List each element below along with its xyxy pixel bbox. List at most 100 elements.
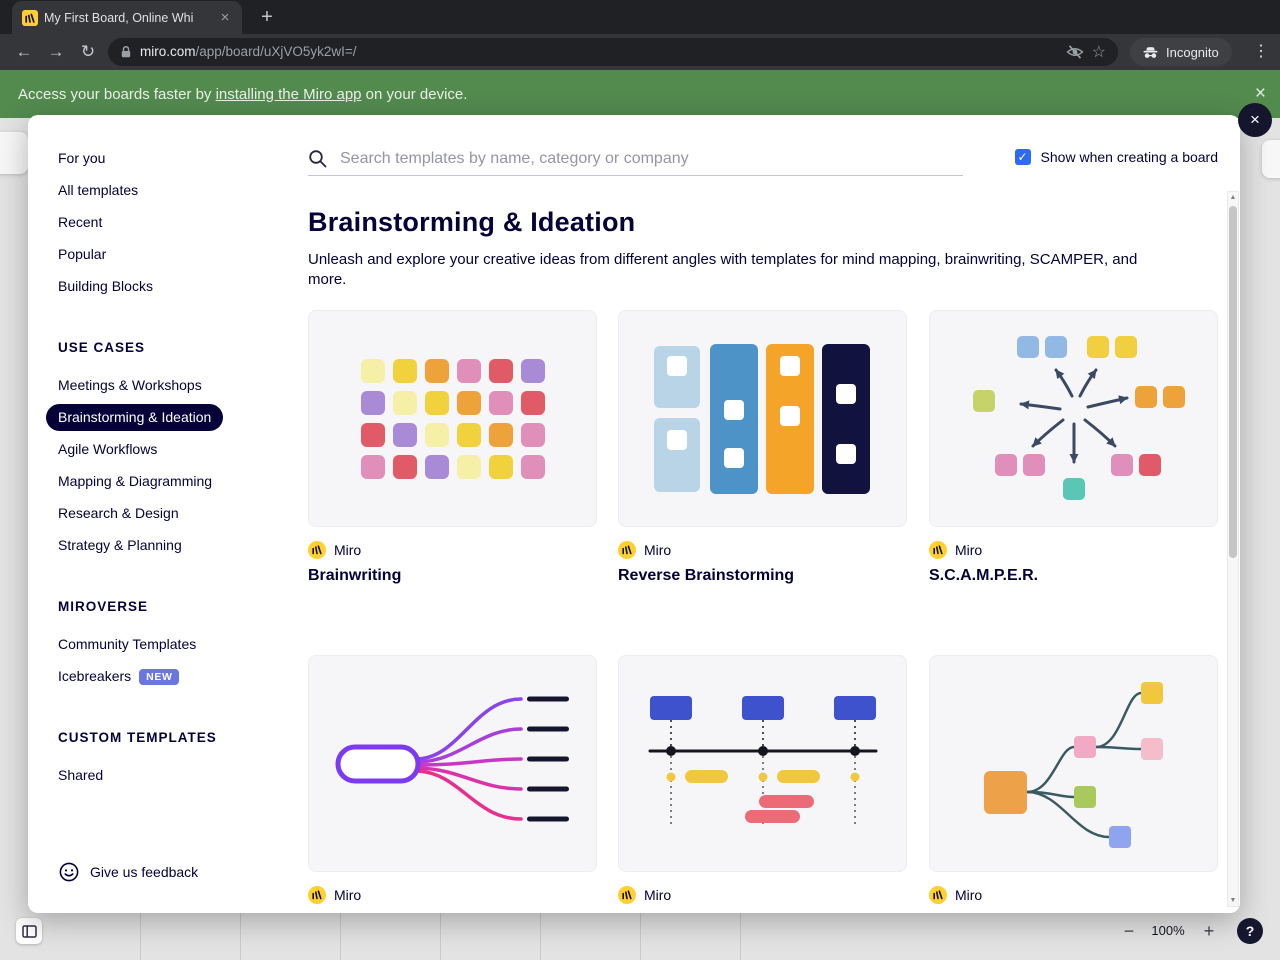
- zoom-in-button[interactable]: +: [1196, 918, 1222, 944]
- sidebar-item-agile-workflows[interactable]: Agile Workflows: [58, 433, 308, 465]
- miro-logo-icon: [308, 541, 326, 559]
- sidebar-item-icebreakers[interactable]: Icebreakers NEW: [58, 660, 308, 692]
- feedback-smiley-icon: [58, 861, 80, 883]
- board-grid-line: [740, 913, 741, 960]
- template-provider: Miro: [644, 542, 672, 558]
- install-app-link[interactable]: installing the Miro app: [216, 86, 362, 103]
- sidebar-item-popular[interactable]: Popular: [58, 238, 308, 270]
- banner-text: Access your boards faster by installing …: [18, 85, 468, 103]
- miro-logo-icon: [929, 886, 947, 904]
- template-card-reverse-brainstorming: Miro Reverse Brainstorming: [618, 310, 907, 585]
- category-description: Unleash and explore your creative ideas …: [308, 251, 1138, 288]
- template-sidebar: For you All templates Recent Popular Bui…: [28, 115, 308, 913]
- board-grid-line: [140, 913, 141, 960]
- show-when-creating-checkbox[interactable]: ✓: [1014, 149, 1031, 165]
- template-provider: Miro: [334, 887, 362, 903]
- sidebar-item-brainstorming-ideation[interactable]: Brainstorming & Ideation: [46, 401, 308, 433]
- frames-icon: [21, 924, 37, 938]
- bookmark-star-icon[interactable]: ☆: [1092, 42, 1106, 62]
- modal-scrollbar[interactable]: ▲ ▼: [1227, 191, 1239, 907]
- template-title[interactable]: Reverse Brainstorming: [618, 567, 907, 585]
- zoom-out-button[interactable]: −: [1116, 918, 1142, 944]
- template-card-mind-map: Miro: [308, 655, 597, 912]
- sidebar-item-recent[interactable]: Recent: [58, 206, 308, 238]
- template-picker-modal: For you All templates Recent Popular Bui…: [28, 115, 1240, 913]
- url-text: miro.com/app/board/uXjVO5yk2wI=/: [140, 43, 357, 61]
- template-card-brainwriting: Miro Brainwriting: [308, 310, 597, 585]
- board-toolbar-fragment: [0, 132, 28, 174]
- sidebar-item-mapping-diagramming[interactable]: Mapping & Diagramming: [58, 465, 308, 497]
- browser-tab[interactable]: My First Board, Online Whi ×: [12, 1, 242, 34]
- search-icon: [308, 149, 328, 169]
- tab-close-icon[interactable]: ×: [216, 9, 234, 26]
- browser-tab-strip: My First Board, Online Whi × +: [0, 0, 1280, 34]
- browser-menu-icon[interactable]: ⋮: [1248, 38, 1274, 66]
- template-provider: Miro: [955, 887, 983, 903]
- feedback-label: Give us feedback: [90, 864, 199, 880]
- back-icon[interactable]: ←: [8, 42, 40, 62]
- miro-logo-icon: [929, 541, 947, 559]
- template-provider: Miro: [334, 542, 362, 558]
- use-cases-header: USE CASES: [58, 340, 146, 355]
- lock-icon[interactable]: [120, 45, 132, 59]
- frames-panel-button[interactable]: [16, 918, 42, 944]
- install-app-banner: Access your boards faster by installing …: [0, 70, 1280, 118]
- sidebar-item-shared[interactable]: Shared: [58, 759, 308, 791]
- sidebar-item-community-templates[interactable]: Community Templates: [58, 628, 308, 660]
- board-grid-line: [640, 913, 641, 960]
- brainwriting-thumbnail[interactable]: [308, 310, 597, 527]
- sidebar-item-building-blocks[interactable]: Building Blocks: [58, 270, 308, 302]
- selected-pill[interactable]: Brainstorming & Ideation: [46, 404, 224, 431]
- screen: My First Board, Online Whi × + ← → ↻ mir…: [0, 0, 1280, 960]
- tree-diagram-thumbnail[interactable]: [929, 655, 1218, 872]
- sidebar-item-all-templates[interactable]: All templates: [58, 174, 308, 206]
- scamper-thumbnail[interactable]: [929, 310, 1218, 527]
- eye-blocked-icon[interactable]: [1066, 45, 1084, 59]
- sidebar-item-meetings-workshops[interactable]: Meetings & Workshops: [58, 369, 308, 401]
- new-badge: NEW: [139, 669, 180, 685]
- reverse-brainstorming-thumbnail[interactable]: [618, 310, 907, 527]
- template-title[interactable]: S.C.A.M.P.E.R.: [929, 567, 1218, 585]
- board-grid-line: [340, 913, 341, 960]
- template-provider: Miro: [955, 542, 983, 558]
- mind-map-thumbnail[interactable]: [308, 655, 597, 872]
- zoom-level[interactable]: 100%: [1146, 918, 1190, 944]
- show-when-creating-row: ✓ Show when creating a board: [1014, 149, 1218, 165]
- help-button[interactable]: ?: [1237, 918, 1263, 944]
- url-host: miro.com: [140, 44, 196, 59]
- reload-icon[interactable]: ↻: [72, 42, 104, 62]
- template-title[interactable]: Brainwriting: [308, 567, 597, 585]
- category-title: Brainstorming & Ideation: [308, 207, 636, 237]
- miro-favicon-icon: [22, 9, 38, 26]
- timeline-thumbnail[interactable]: [618, 655, 907, 872]
- miro-logo-icon: [618, 541, 636, 559]
- incognito-label: Incognito: [1166, 44, 1219, 60]
- board-grid-line: [440, 913, 441, 960]
- custom-templates-header: CUSTOM TEMPLATES: [58, 730, 217, 745]
- template-search: [308, 142, 963, 176]
- board-panel-fragment: [1262, 140, 1280, 178]
- sidebar-item-strategy-planning[interactable]: Strategy & Planning: [58, 529, 308, 561]
- template-card-timeline: Miro: [618, 655, 907, 912]
- show-when-creating-label: Show when creating a board: [1040, 149, 1218, 165]
- modal-close-button[interactable]: ×: [1238, 103, 1272, 137]
- sidebar-item-for-you[interactable]: For you: [58, 142, 308, 174]
- incognito-badge: Incognito: [1130, 38, 1232, 66]
- board-grid-line: [540, 913, 541, 960]
- forward-icon[interactable]: →: [40, 42, 72, 62]
- miro-logo-icon: [618, 886, 636, 904]
- give-feedback-button[interactable]: Give us feedback: [58, 861, 198, 883]
- template-card-tree-diagram: Miro: [929, 655, 1218, 912]
- new-tab-button[interactable]: +: [254, 5, 280, 31]
- sidebar-item-research-design[interactable]: Research & Design: [58, 497, 308, 529]
- template-provider: Miro: [644, 887, 672, 903]
- scroll-up-icon[interactable]: ▲: [1228, 194, 1238, 201]
- scroll-down-icon[interactable]: ▼: [1228, 897, 1238, 904]
- url-bar[interactable]: miro.com/app/board/uXjVO5yk2wI=/ ☆: [108, 38, 1118, 66]
- template-content: ✓ Show when creating a board Brainstormi…: [308, 115, 1240, 913]
- miroverse-header: MIROVERSE: [58, 599, 149, 614]
- incognito-icon: [1143, 46, 1158, 59]
- search-input[interactable]: [340, 149, 963, 168]
- scrollbar-thumb[interactable]: [1229, 206, 1237, 558]
- miro-logo-icon: [308, 886, 326, 904]
